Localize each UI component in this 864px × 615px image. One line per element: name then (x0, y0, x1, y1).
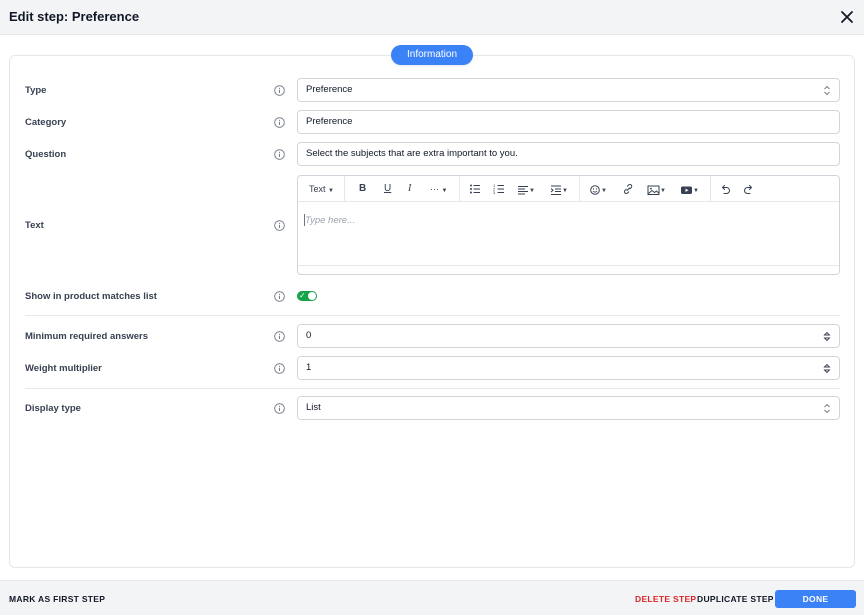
question-label: Question (25, 149, 67, 160)
close-icon[interactable] (838, 8, 856, 26)
section-divider (25, 388, 840, 389)
weight-label: Weight multiplier (25, 363, 102, 374)
toolbar-divider (710, 176, 711, 202)
min-answers-stepper[interactable]: 0 (297, 324, 840, 348)
display-type-value: List (306, 402, 321, 413)
svg-text:3: 3 (493, 190, 496, 195)
info-icon[interactable] (274, 403, 285, 414)
underline-icon[interactable]: U (384, 182, 391, 196)
info-icon[interactable] (274, 331, 285, 342)
editor-placeholder: Type here... (305, 215, 355, 226)
toggle-knob (308, 292, 316, 300)
bullet-list-icon[interactable] (469, 182, 481, 196)
min-answers-value: 0 (306, 330, 312, 341)
toolbar-divider (459, 176, 460, 202)
delete-step-button[interactable]: DELETE STEP (635, 594, 696, 604)
mark-first-step-button[interactable]: MARK AS FIRST STEP (9, 594, 105, 604)
stepper-arrows-icon[interactable] (823, 363, 831, 374)
emoji-dropdown[interactable]: ▼ (589, 182, 607, 196)
select-arrows-icon (823, 403, 831, 414)
section-divider (25, 315, 840, 316)
chevron-down-icon: ▼ (660, 188, 666, 194)
weight-stepper[interactable]: 1 (297, 356, 840, 380)
bold-icon[interactable]: B (359, 182, 366, 196)
chevron-down-icon: ▼ (529, 188, 535, 194)
display-type-select[interactable]: List (297, 396, 840, 420)
modal-title: Edit step: Preference (9, 9, 140, 24)
info-icon[interactable] (274, 291, 285, 302)
show-in-list-label: Show in product matches list (25, 291, 157, 302)
done-button[interactable]: DONE (775, 590, 856, 608)
toolbar-divider (344, 176, 345, 202)
select-arrows-icon (823, 85, 831, 96)
video-dropdown[interactable]: ▼ (680, 182, 699, 196)
modal-header: Edit step: Preference (0, 0, 864, 35)
editor-toolbar: Text ▼ B U I ··· ▼ 123 ▼ ▼ ▼ ▼ ▼ (298, 176, 839, 202)
chevron-down-icon: ▼ (328, 188, 334, 194)
type-label: Type (25, 85, 47, 96)
align-dropdown[interactable]: ▼ (517, 182, 535, 196)
info-icon[interactable] (274, 363, 285, 374)
duplicate-step-button[interactable]: DUPLICATE STEP (697, 594, 774, 604)
category-input-value: Preference (306, 116, 353, 127)
chevron-down-icon: ▼ (562, 188, 568, 194)
italic-icon[interactable]: I (408, 182, 411, 196)
info-icon[interactable] (274, 85, 285, 96)
image-dropdown[interactable]: ▼ (647, 182, 666, 196)
text-format-dropdown[interactable]: Text ▼ (309, 182, 334, 196)
show-in-list-toggle[interactable]: ✓ (297, 291, 317, 301)
display-type-label: Display type (25, 403, 81, 414)
text-label: Text (25, 220, 44, 231)
rich-text-editor[interactable]: Text ▼ B U I ··· ▼ 123 ▼ ▼ ▼ ▼ ▼ Type he… (297, 175, 840, 275)
modal-footer: MARK AS FIRST STEP DELETE STEP DUPLICATE… (0, 580, 864, 615)
chevron-down-icon: ▼ (693, 188, 699, 194)
info-icon[interactable] (274, 220, 285, 231)
stepper-arrows-icon[interactable] (823, 331, 831, 342)
toolbar-divider (579, 176, 580, 202)
chevron-down-icon: ▼ (601, 188, 607, 194)
redo-icon[interactable] (743, 182, 755, 196)
link-icon[interactable] (622, 182, 634, 196)
chevron-down-icon: ▼ (441, 188, 448, 194)
min-answers-label: Minimum required answers (25, 331, 149, 342)
tab-information[interactable]: Information (391, 45, 473, 65)
type-select[interactable]: Preference (297, 78, 840, 102)
undo-icon[interactable] (719, 182, 731, 196)
check-icon: ✓ (299, 291, 306, 300)
editor-footer-divider (298, 265, 839, 266)
more-formatting-dropdown[interactable]: ··· ▼ (430, 182, 447, 196)
info-icon[interactable] (274, 117, 285, 128)
question-input[interactable]: Select the subjects that are extra impor… (297, 142, 840, 166)
more-icon: ··· (430, 184, 439, 194)
weight-value: 1 (306, 362, 312, 373)
question-input-value: Select the subjects that are extra impor… (306, 148, 518, 159)
indent-dropdown[interactable]: ▼ (550, 182, 568, 196)
numbered-list-icon[interactable]: 123 (493, 182, 505, 196)
category-label: Category (25, 117, 67, 128)
category-input[interactable]: Preference (297, 110, 840, 134)
text-format-label: Text (309, 184, 326, 194)
type-select-value: Preference (306, 84, 353, 95)
info-icon[interactable] (274, 149, 285, 160)
